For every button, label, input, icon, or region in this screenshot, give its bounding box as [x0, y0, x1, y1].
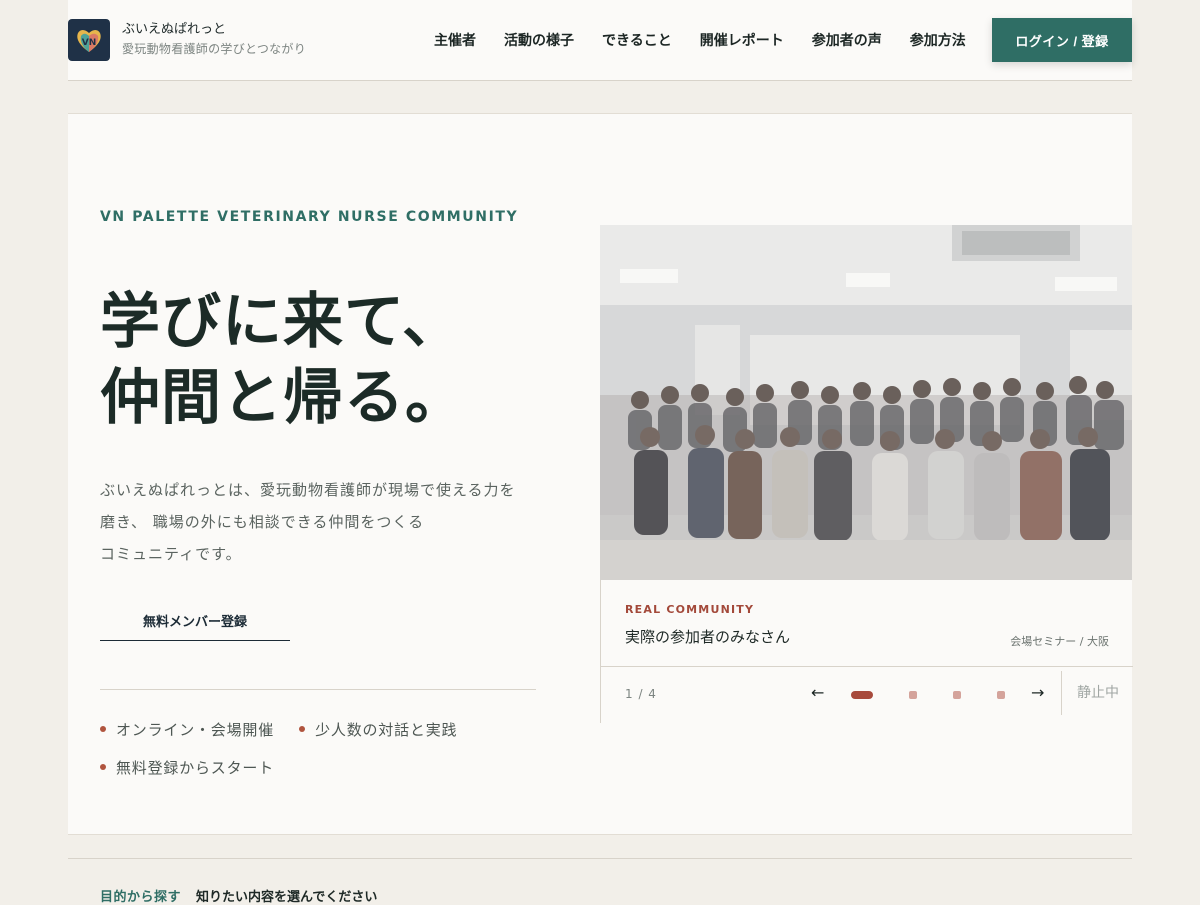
feature-point: オンライン・会場開催	[100, 710, 274, 748]
find-by-purpose-label: 目的から探す	[100, 890, 182, 905]
lead-line-1: ぶいえぬぱれっとは、愛玩動物看護師が現場で使える力を	[100, 481, 516, 499]
lead-line-2: 磨き、 職場の外にも相談できる仲間をつくる	[100, 513, 425, 531]
bullet-dot-icon	[299, 726, 306, 732]
logo-icon[interactable]: VN	[68, 19, 110, 61]
feature-point-label: 無料登録からスタート	[116, 758, 275, 777]
slide-counter: 1 / 4	[625, 687, 657, 701]
nav-item-voices[interactable]: 参加者の声	[812, 30, 882, 50]
feature-points: オンライン・会場開催 少人数の対話と実践 無料登録からスタート	[100, 710, 540, 786]
svg-text:VN: VN	[82, 38, 97, 48]
pager-dot-3[interactable]	[953, 691, 961, 699]
feature-point: 少人数の対話と実践	[299, 710, 457, 748]
login-register-button[interactable]: ログイン / 登録	[992, 18, 1132, 62]
feature-point-label: 少人数の対話と実践	[315, 720, 458, 739]
feature-point: 無料登録からスタート	[100, 748, 274, 786]
slide-meta: 会場セミナー / 大阪	[1010, 635, 1109, 648]
bullet-dot-icon	[100, 764, 106, 770]
slide-title: 実際の参加者のみなさん	[625, 628, 791, 646]
hero-headline: 学びに来て、 仲間と帰る。	[100, 284, 466, 436]
feature-point-label: オンライン・会場開催	[116, 720, 275, 739]
nav-item-activities[interactable]: 活動の様子	[504, 30, 574, 50]
hero-eyebrow: VN PALETTE VETERINARY NURSE COMMUNITY	[100, 209, 519, 225]
nav-item-features[interactable]: できること	[602, 30, 672, 50]
brand-name[interactable]: ぶいえぬぱれっと	[122, 18, 226, 37]
lead-line-3: コミュニティです。	[100, 545, 242, 563]
slider-photo	[600, 225, 1132, 580]
slide-tag: REAL COMMUNITY	[625, 603, 755, 616]
find-by-purpose-text: 知りたい内容を選んでください	[196, 890, 378, 905]
nav-item-reports[interactable]: 開催レポート	[700, 30, 784, 50]
hero-section: VN PALETTE VETERINARY NURSE COMMUNITY 学び…	[68, 113, 1133, 835]
slider-caption: REAL COMMUNITY 実際の参加者のみなさん 会場セミナー / 大阪	[600, 580, 1133, 666]
pager-dot-1[interactable]	[851, 691, 873, 699]
headline-line-2: 仲間と帰る。	[100, 363, 466, 433]
site-header: VN ぶいえぬぱれっと 愛玩動物看護師の学びとつながり 主催者 活動の様子 でき…	[68, 0, 1132, 81]
bullet-dot-icon	[100, 726, 106, 732]
pager-dot-2[interactable]	[909, 691, 917, 699]
main-nav: 主催者 活動の様子 できること 開催レポート 参加者の声 参加方法	[434, 30, 966, 50]
section-divider	[68, 858, 1132, 859]
headline-line-1: 学びに来て、	[100, 287, 463, 357]
autoplay-toggle-button[interactable]: 静止中	[1061, 671, 1134, 715]
next-slide-button[interactable]: →	[1031, 683, 1044, 702]
prev-slide-button[interactable]: ←	[811, 683, 824, 702]
free-member-register-button[interactable]: 無料メンバー登録	[100, 610, 290, 641]
brand-tagline: 愛玩動物看護師の学びとつながり	[122, 42, 307, 56]
nav-item-organizer[interactable]: 主催者	[434, 30, 476, 50]
slider-controls: 1 / 4 ← → 静止中	[600, 666, 1133, 723]
nav-item-how-to-join[interactable]: 参加方法	[910, 30, 966, 50]
hero-divider	[100, 689, 536, 690]
hero-lead: ぶいえぬぱれっとは、愛玩動物看護師が現場で使える力を 磨き、 職場の外にも相談で…	[100, 474, 540, 570]
slide-pager	[851, 691, 1023, 699]
pager-dot-4[interactable]	[997, 691, 1005, 699]
